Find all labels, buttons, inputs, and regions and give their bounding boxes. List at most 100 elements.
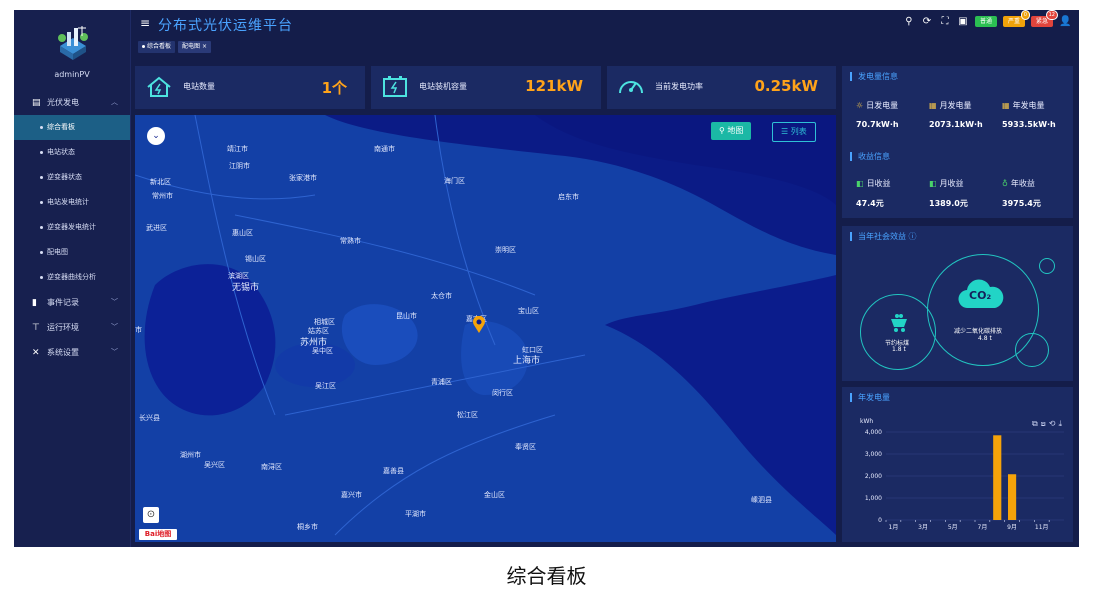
stat-value: 1个 xyxy=(321,79,347,97)
home-icon xyxy=(147,76,171,97)
bar-chart: kWh 0 1,000 2,000 3,000 4,000 1月 3月 5月 7月 9月 11月 xyxy=(860,418,1064,531)
daily-generation-label: ☼ 日发电量 xyxy=(856,100,898,111)
y-tick-label: 3,000 xyxy=(865,451,882,458)
tab-label: 配电图 xyxy=(182,43,201,50)
stat-label: 当前发电功率 xyxy=(655,82,703,91)
map-label: 昆山市 xyxy=(396,312,417,320)
daily-generation-value: 70.7kW·h xyxy=(856,120,899,129)
tab-distribution[interactable]: 配电图 × xyxy=(178,41,211,53)
map-label: 太仓市 xyxy=(431,292,452,300)
x-tick-label: 11月 xyxy=(1035,524,1049,531)
map-label: 启东市 xyxy=(558,193,579,201)
y-tick-label: 4,000 xyxy=(865,429,882,436)
kv-label: 年发电量 xyxy=(1012,101,1045,110)
compass-icon[interactable]: ⌄ xyxy=(147,127,165,145)
nav-sub-inverter-curve[interactable]: 逆变器曲线分析 xyxy=(14,265,130,290)
map-label: 平湖市 xyxy=(405,510,426,518)
map-label: 吴中区 xyxy=(312,347,333,355)
decor-circle xyxy=(1015,333,1049,367)
map-label: 吴江区 xyxy=(315,382,336,390)
nav-settings[interactable]: ✕ 系统设置 ﹀ xyxy=(14,340,130,365)
sidebar: adminPV ▤ 光伏发电 ︿ 综合看板 电站状态 逆变器状态 电站发电统计 逆变… xyxy=(14,10,131,547)
nav-label: 光伏发电 xyxy=(47,98,79,107)
tab-label: 综合看板 xyxy=(147,43,172,50)
search-icon[interactable]: ⚲ xyxy=(903,16,915,27)
map-view-button[interactable]: ⚲ 地图 xyxy=(711,122,752,140)
monthly-revenue-label: ◧ 月收益 xyxy=(929,178,964,189)
social-title: 当年社会效益 ⓘ xyxy=(850,232,917,241)
kv-label: 日收益 xyxy=(866,179,891,188)
map-label: 桐乡市 xyxy=(297,523,318,531)
normal-alarm-button[interactable]: 普通 xyxy=(974,16,997,27)
stat-card-station-count: 电站数量 1个 xyxy=(135,66,365,109)
wallet-icon: ◧ xyxy=(929,179,937,188)
refresh-icon[interactable]: ⟳ xyxy=(921,16,933,27)
nav-sub-dashboard[interactable]: 综合看板 xyxy=(14,115,130,140)
list-button-label: 列表 xyxy=(790,127,807,136)
daily-revenue-value: 47.4元 xyxy=(856,199,884,208)
baidu-map-logo: Bai地图 xyxy=(139,529,177,540)
nav-environment[interactable]: ⊤ 运行环境 ﹀ xyxy=(14,315,130,340)
urgent-count-badge: 12 xyxy=(1045,10,1058,20)
y-tick-label: 2,000 xyxy=(865,473,882,480)
nav-sub-station-stats[interactable]: 电站发电统计 xyxy=(14,190,130,215)
urgent-label: 紧急 xyxy=(1035,18,1048,25)
nav-sub-station-status[interactable]: 电站状态 xyxy=(14,140,130,165)
bullet-icon xyxy=(40,175,43,179)
coal-value: 1.8 t xyxy=(892,346,906,353)
bar-9月 xyxy=(1008,474,1017,520)
yearly-revenue-value: 3975.4元 xyxy=(1002,199,1041,208)
font-size-icon[interactable]: ▣ xyxy=(957,16,969,27)
map-label: 南通市 xyxy=(374,145,395,153)
stat-label: 电站数量 xyxy=(183,82,215,91)
urgent-alarm-button[interactable]: 紧急 12 xyxy=(1030,10,1058,27)
list-view-button[interactable]: ☰ 列表 xyxy=(772,122,816,142)
chevron-down-icon: ﹀ xyxy=(111,298,118,306)
menu-icon[interactable]: ≡ xyxy=(140,16,150,30)
tab-dashboard[interactable]: 综合看板 xyxy=(138,41,176,53)
nav-sub-distribution[interactable]: 配电图 xyxy=(14,240,130,265)
sidebar-nav: ▤ 光伏发电 ︿ 综合看板 电站状态 逆变器状态 电站发电统计 逆变器发电统计 配电… xyxy=(14,90,130,365)
top-bar: ≡ 分布式光伏运维平台 ⚲ ⟳ ⛶ ▣ 普通 严重 0 紧急 12 👤 xyxy=(130,10,1079,38)
nav-sub-label: 逆变器状态 xyxy=(47,173,82,181)
caption: 综合看板 xyxy=(506,564,587,588)
nav-photovoltaic[interactable]: ▤ 光伏发电 ︿ xyxy=(14,90,130,115)
map-label: 海门区 xyxy=(444,177,465,185)
stat-label: 电站装机容量 xyxy=(419,82,467,91)
nav-sub-inverter-status[interactable]: 逆变器状态 xyxy=(14,165,130,190)
locate-icon[interactable]: ⊙ xyxy=(143,507,159,523)
x-tick-label: 3月 xyxy=(918,524,928,531)
bar-8月 xyxy=(993,435,1002,520)
stat-card-capacity: 电站装机容量 121kW xyxy=(371,66,601,109)
map-label: 张家港市 xyxy=(289,174,317,182)
kv-label: 年收益 xyxy=(1010,179,1035,188)
daily-revenue-label: ◧ 日收益 xyxy=(856,178,891,189)
chevron-down-icon: ﹀ xyxy=(111,348,118,356)
nav-sub-inverter-stats[interactable]: 逆变器发电统计 xyxy=(14,215,130,240)
page-title: 分布式光伏运维平台 xyxy=(158,18,293,34)
close-icon[interactable]: × xyxy=(202,43,207,50)
co2-label: CO₂ xyxy=(969,289,992,302)
map-view[interactable]: ⌄ ⚲ 地图 ☰ 列表 靖江市 南通市 江阴市 新北区 张家港市 海门区 常州市… xyxy=(135,115,836,542)
nav-label: 运行环境 xyxy=(47,323,79,332)
nav-events[interactable]: ▮ 事件记录 ﹀ xyxy=(14,290,130,315)
kv-label: 日发电量 xyxy=(866,101,899,110)
chevron-down-icon: ﹀ xyxy=(111,323,118,331)
map-label: 上海市 xyxy=(513,356,541,366)
fullscreen-icon[interactable]: ⛶ xyxy=(939,16,951,27)
station-marker-icon[interactable] xyxy=(472,316,486,334)
user-icon[interactable]: 👤 xyxy=(1059,16,1071,27)
map-label: 惠山区 xyxy=(232,229,253,237)
tab-bar: 综合看板 配电图 × xyxy=(138,41,211,53)
battery-icon xyxy=(383,76,407,97)
calendar-icon: ▦ xyxy=(1002,101,1010,110)
map-label: 吴兴区 xyxy=(204,461,225,469)
map-label: 松江区 xyxy=(457,411,478,419)
y-axis-unit: kWh xyxy=(860,418,873,425)
map-label: 无锡市 xyxy=(232,283,260,293)
map-label: 崇明区 xyxy=(495,246,516,254)
chevron-up-icon: ︿ xyxy=(111,98,118,106)
severe-alarm-button[interactable]: 严重 0 xyxy=(1002,10,1030,27)
info-icon[interactable]: ⓘ xyxy=(909,232,917,241)
map-label: 江阴市 xyxy=(229,162,250,170)
